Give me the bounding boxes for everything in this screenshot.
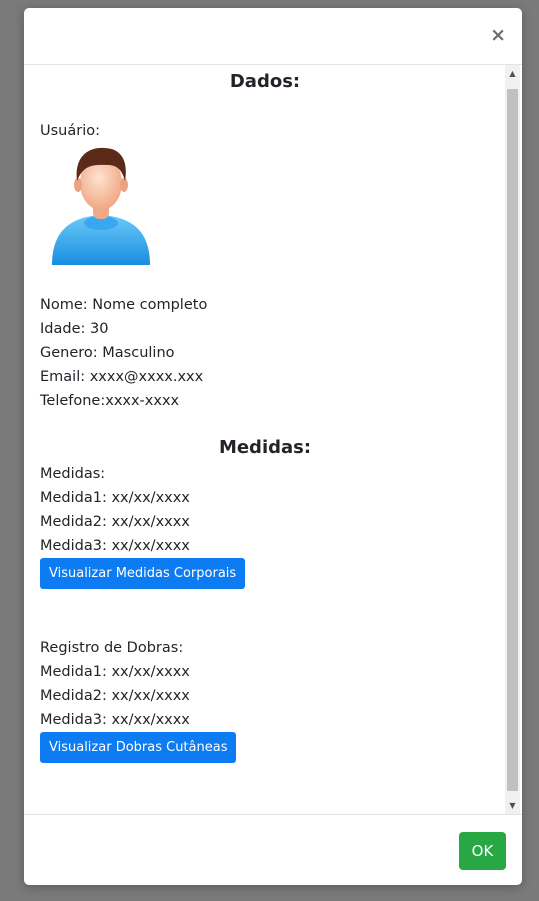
medida-item: Medida2: xx/xx/xxxx bbox=[40, 514, 190, 530]
modal-content: Dados: Usuário: Nome: Nome completo Idad… bbox=[40, 65, 490, 763]
view-skinfolds-button[interactable]: Visualizar Dobras Cutâneas bbox=[40, 732, 237, 763]
usuario-label: Usuário: bbox=[40, 123, 100, 139]
user-details-modal: × Dados: Usuário: Nome: Nome completo Id… bbox=[24, 8, 522, 885]
dados-title: Dados: bbox=[229, 71, 301, 92]
scroll-thumb[interactable] bbox=[507, 89, 518, 791]
dobra-item: Medida3: xx/xx/xxxx bbox=[40, 712, 190, 728]
modal-header: × bbox=[24, 8, 522, 65]
close-button[interactable]: × bbox=[490, 25, 506, 45]
email-text: Email: xxxx@xxxx.xxx bbox=[40, 369, 204, 385]
dobras-label: Registro de Dobras: bbox=[40, 640, 184, 656]
dobra-item: Medida1: xx/xx/xxxx bbox=[40, 664, 190, 680]
view-body-measures-button[interactable]: Visualizar Medidas Corporais bbox=[40, 558, 246, 589]
medida-item: Medida1: xx/xx/xxxx bbox=[40, 490, 190, 506]
scroll-up-arrow-icon[interactable]: ▲ bbox=[505, 65, 520, 82]
medidas-label: Medidas: bbox=[40, 466, 106, 482]
modal-footer: OK bbox=[24, 814, 522, 885]
dobra-item: Medida2: xx/xx/xxxx bbox=[40, 688, 190, 704]
idade-text: Idade: 30 bbox=[40, 321, 109, 337]
ok-button[interactable]: OK bbox=[459, 832, 506, 870]
telefone-text: Telefone:xxxx-xxxx bbox=[40, 393, 180, 409]
vertical-scrollbar[interactable]: ▲ ▼ bbox=[505, 65, 520, 814]
nome-text: Nome: Nome completo bbox=[40, 297, 208, 313]
scroll-down-arrow-icon[interactable]: ▼ bbox=[505, 797, 520, 814]
medidas-title: Medidas: bbox=[218, 437, 312, 458]
modal-body[interactable]: Dados: Usuário: Nome: Nome completo Idad… bbox=[24, 65, 522, 814]
user-avatar-icon bbox=[48, 145, 154, 271]
medida-item: Medida3: xx/xx/xxxx bbox=[40, 538, 190, 554]
genero-text: Genero: Masculino bbox=[40, 345, 175, 361]
